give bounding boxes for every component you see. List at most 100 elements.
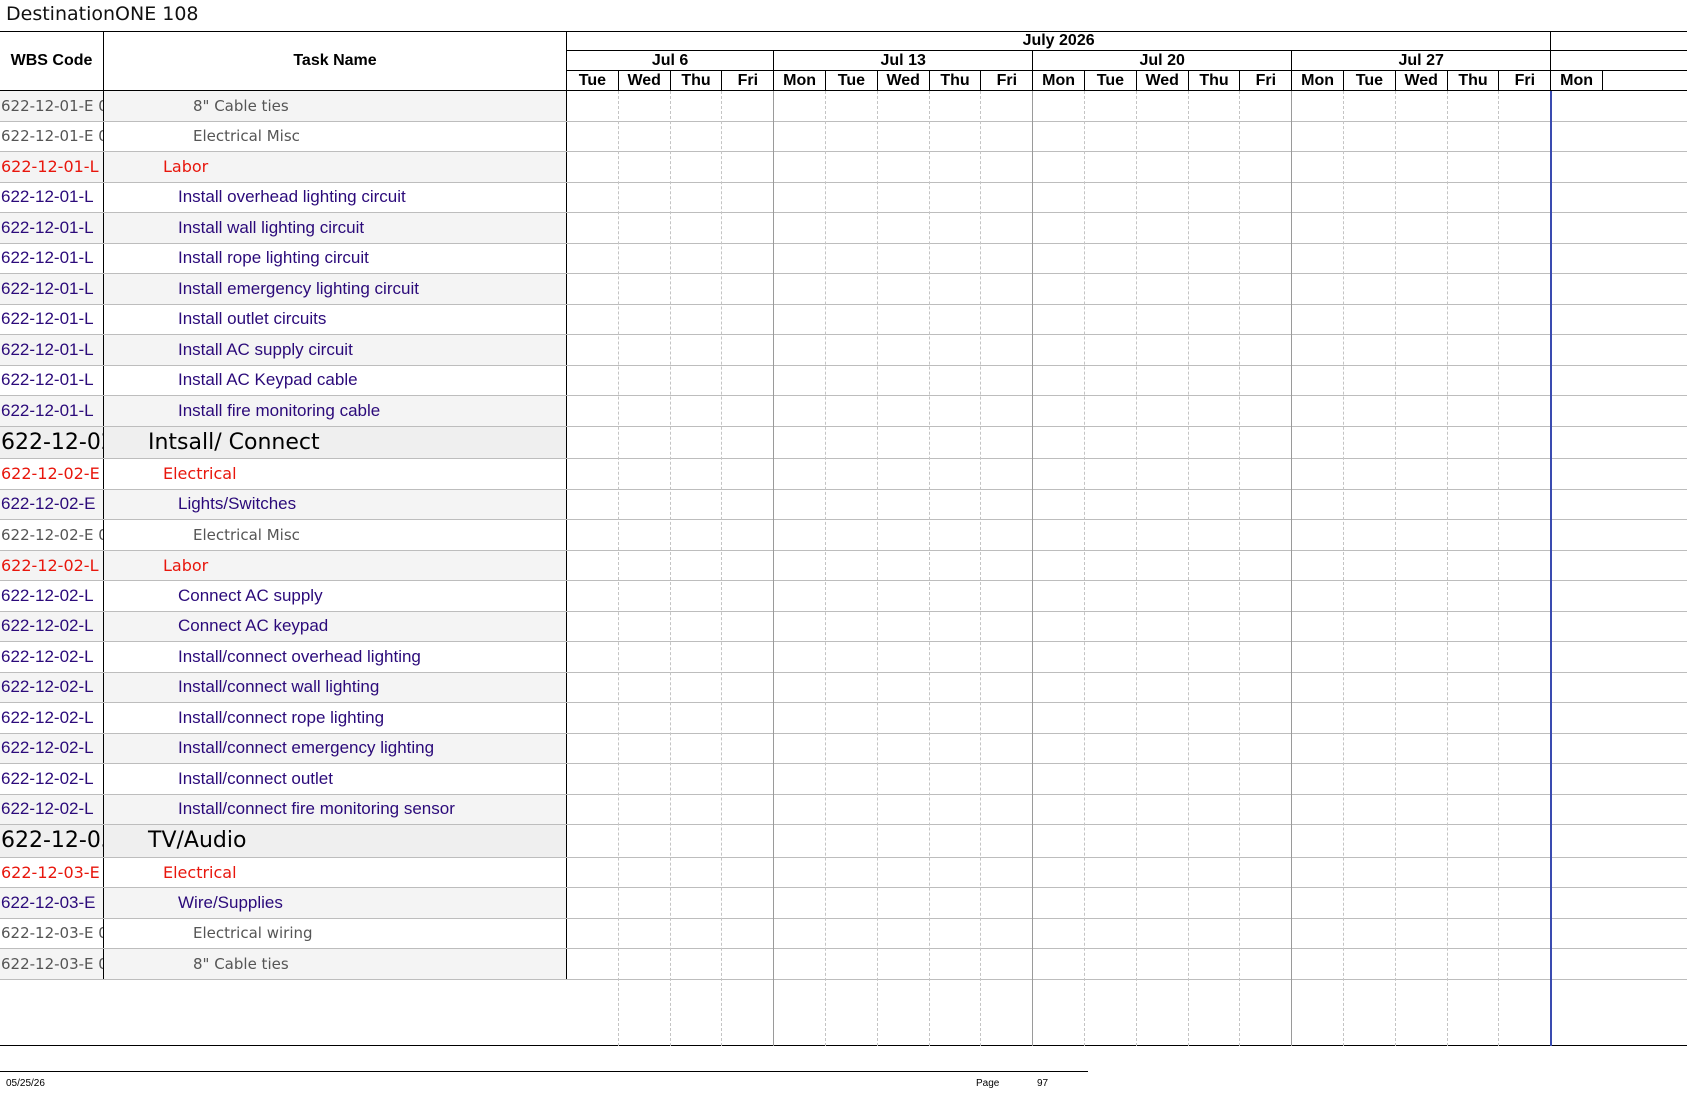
footer-page-label: Page [976, 1078, 1000, 1089]
timescale-month-label: July 2026 [567, 32, 1552, 50]
task-row[interactable]: 622-12-03-E 0 8" Cable ties [0, 949, 567, 980]
task-row[interactable]: 622-12-03-E 0 Electrical wiring [0, 918, 567, 949]
task-name-cell: Install/connect overhead lighting [104, 642, 567, 672]
timescale-week-label: Jul 20 [1033, 51, 1293, 70]
wbs-code-cell: 622-12-02 [0, 426, 104, 458]
grid-row-line [567, 181, 1687, 183]
grid-day-line [876, 91, 878, 1046]
grid-row-line [567, 395, 1687, 396]
wbs-code-cell: 622-12-01-E 0 [0, 121, 104, 151]
task-name-cell: Install rope lighting circuit [104, 243, 567, 273]
task-name-cell: Install/connect rope lighting [104, 703, 567, 733]
timescale-day-label: Tue [567, 71, 619, 91]
task-row[interactable]: 622-12-02-E 0 Electrical Misc [0, 520, 567, 551]
task-row[interactable]: 622-12-03-E Electrical [0, 857, 567, 888]
grid-week-line [1291, 91, 1293, 1046]
timescale-week-label: Jul 6 [567, 51, 775, 70]
timescale-day-label: Mon [774, 71, 826, 91]
task-row[interactable]: 622-12-02-L Connect AC keypad [0, 611, 567, 642]
task-name-cell: Install/connect wall lighting [104, 672, 567, 702]
footer-divider [0, 1071, 1088, 1072]
task-row[interactable]: 622-12-01-L Install outlet circuits [0, 304, 567, 335]
grid-row-line [567, 793, 1687, 795]
task-name-cell: Electrical [104, 857, 567, 887]
grid-row-line [567, 273, 1687, 274]
grid-day-line [980, 91, 982, 1046]
task-row[interactable]: 622-12-01-L Install wall lighting circuit [0, 213, 567, 244]
task-row[interactable]: 622-12-02 Intsall/ Connect [0, 426, 567, 459]
grid-row-line [567, 610, 1687, 612]
task-row[interactable]: 622-12-01-L Install AC supply circuit [0, 335, 567, 366]
timescale-day-label: Fri [981, 71, 1034, 91]
task-name-cell: Intsall/ Connect [104, 426, 567, 458]
timescale-day-label: Wed [1137, 71, 1189, 91]
gantt-chart-grid[interactable] [567, 91, 1687, 1046]
wbs-code-cell: 622-12-02-L [0, 703, 104, 733]
grid-row-line [567, 242, 1687, 244]
grid-row-line [567, 334, 1687, 335]
grid-day-line [1084, 91, 1085, 1046]
wbs-code-cell: 622-12-03-E 0 [0, 918, 104, 948]
timescale-day-label: Thu [1189, 71, 1241, 91]
task-row[interactable]: 622-12-01-L Install AC Keypad cable [0, 365, 567, 396]
timescale-day-label: Fri [1240, 71, 1293, 91]
wbs-code-cell: 622-12-01-L [0, 396, 104, 426]
grid-row-line [567, 425, 1687, 427]
task-row[interactable]: 622-12-02-E Electrical [0, 459, 567, 490]
task-row[interactable]: 622-12-02-L Install/connect emergency lig… [0, 733, 567, 764]
task-name-cell: Install AC Keypad cable [104, 365, 567, 395]
wbs-code-cell: 622-12-02-L [0, 642, 104, 672]
task-row[interactable]: 622-12-02-L Install/connect fire monitori… [0, 794, 567, 825]
task-name-cell: Install outlet circuits [104, 304, 567, 334]
grid-day-line [1187, 91, 1189, 1046]
task-name-cell: Connect AC keypad [104, 611, 567, 641]
task-row[interactable]: 622-12-02-L Connect AC supply [0, 581, 567, 612]
task-row[interactable]: 622-12-01-L Install rope lighting circuit [0, 243, 567, 274]
task-row[interactable]: 622-12-01-L Labor [0, 152, 567, 183]
task-row[interactable]: 622-12-02-L Install/connect overhead ligh… [0, 642, 567, 673]
wbs-code-cell: 622-12-02-E [0, 489, 104, 519]
timescale-week-label: Jul 27 [1292, 51, 1552, 70]
task-name-cell: Install AC supply circuit [104, 335, 567, 365]
timescale-day-tier: Tue Wed Thu Fri Mon Tue Wed Thu Fri Mon Tue Wed Thu F… [567, 71, 1687, 91]
footer-page-number: 97 [1037, 1078, 1049, 1089]
timescale-week-next [1551, 51, 1687, 70]
task-name-cell: Install fire monitoring cable [104, 396, 567, 426]
task-name-cell: Install emergency lighting circuit [104, 274, 567, 304]
task-row[interactable]: 622-12-01-L Install emergency lighting ci… [0, 274, 567, 305]
task-row[interactable]: 622-12-01-E 0 8" Cable ties [0, 91, 567, 122]
task-row[interactable]: 622-12-01-L Install fire monitoring cable [0, 396, 567, 427]
task-row[interactable]: 622-12-03-E Wire/Supplies [0, 888, 567, 919]
grid-day-line [825, 91, 826, 1046]
task-row[interactable]: 622-12-02-E Lights/Switches [0, 489, 567, 520]
footer-print-date: 05/25/26 [6, 1078, 45, 1089]
task-row[interactable]: 622-12-02-L Labor [0, 550, 567, 581]
task-row[interactable]: 622-12-02-L Install/connect rope lighting [0, 703, 567, 734]
document-title: DestinationONE 108 [6, 3, 199, 25]
grid-row-line [567, 763, 1687, 764]
wbs-code-cell: 622-12-02-E 0 [0, 520, 104, 550]
task-name-cell: Electrical Misc [104, 520, 567, 550]
task-row[interactable]: 622-12-01-L Install overhead lighting cir… [0, 182, 567, 213]
wbs-code-cell: 622-12-03-E 0 [0, 949, 104, 979]
grid-day-line [1135, 91, 1137, 1046]
task-name-cell: Install overhead lighting circuit [104, 182, 567, 212]
wbs-code-cell: 622-12-03 [0, 825, 104, 857]
task-row[interactable]: 622-12-01-E 0 Electrical Misc [0, 121, 567, 152]
task-name-cell: TV/Audio [104, 825, 567, 857]
task-name-cell: Labor [104, 550, 567, 580]
task-row[interactable]: 622-12-03 TV/Audio [0, 825, 567, 858]
timescale-day-label: Thu [671, 71, 723, 91]
timescale-day-label: Mon [1551, 71, 1603, 91]
grid-week-line [773, 91, 775, 1046]
wbs-code-cell: 622-12-01-L [0, 365, 104, 395]
wbs-code-header[interactable]: WBS Code [0, 32, 104, 91]
wbs-code-cell: 622-12-02-L [0, 611, 104, 641]
grid-row-line [567, 917, 1687, 919]
task-row[interactable]: 622-12-02-L Install/connect outlet [0, 764, 567, 795]
task-row[interactable]: 622-12-02-L Install/connect wall lighting [0, 672, 567, 703]
task-name-header[interactable]: Task Name [104, 32, 567, 91]
timescale-week-label: Jul 13 [774, 51, 1034, 70]
grid-day-line [721, 91, 723, 1046]
timescale-day-label: Fri [1499, 71, 1552, 91]
